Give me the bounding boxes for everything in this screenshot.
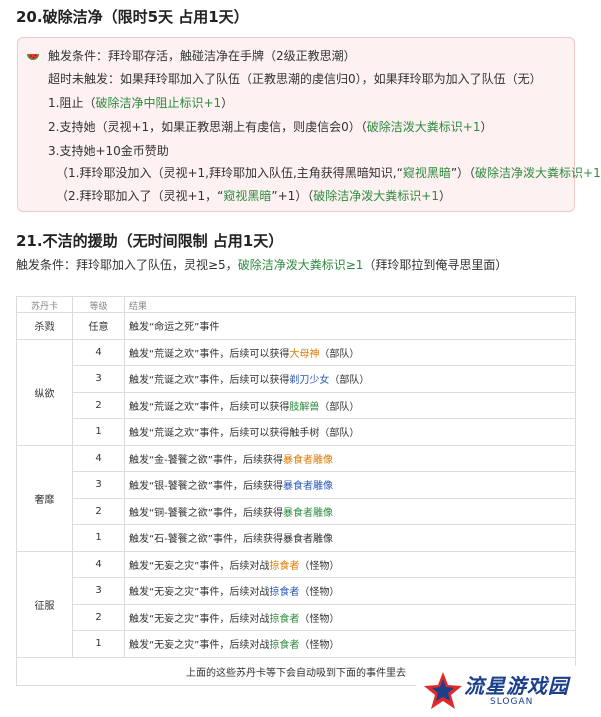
- card-level: 1: [72, 524, 125, 552]
- card-level: 3: [72, 365, 125, 393]
- card-level: 4: [72, 444, 125, 472]
- suboption-1: （1.拜玲耶没加入（灵视+1,拜玲耶加入队伍,主角获得黑暗知识,“窥视黑暗”）（…: [56, 166, 601, 180]
- table-row: 3 触发“银-饕餮之欲”事件，后续获得暴食者雕像: [17, 471, 576, 499]
- table-row: 纵欲 4 触发“荒诞之欢”事件，后续可以获得大母神（部队）: [16, 338, 576, 446]
- card-name: 征服: [16, 550, 73, 658]
- option-3: 3.支持她+10金币赞助: [48, 144, 169, 158]
- card-result: 触发“无妄之灾”事件，后续对战掠食者（怪物）: [124, 550, 576, 578]
- table-row: 奢靡 4 触发“金-饕餮之欲”事件，后续获得暴食者雕像: [16, 444, 576, 552]
- table-row: 2 触发“无妄之灾”事件，后续对战掠食者（怪物）: [17, 603, 576, 631]
- table-row: 3 触发“无妄之灾”事件，后续对战掠食者（怪物）: [17, 577, 576, 605]
- section20-title: 20.破除洁净（限时5天 占用1天）: [16, 8, 249, 26]
- card-name: 奢靡: [16, 444, 73, 552]
- card-result: 触发“无妄之灾”事件，后续对战掠食者（怪物）: [124, 603, 576, 631]
- card-result: 触发“金-饕餮之欲”事件，后续获得暴食者雕像: [124, 444, 576, 472]
- card-level: 4: [72, 550, 125, 578]
- star-icon: [424, 672, 462, 709]
- card-result: 触发“石-饕餮之欲”事件，后续获得暴食者雕像: [124, 524, 576, 552]
- card-level: 4: [72, 338, 125, 366]
- card-level: 3: [72, 471, 125, 499]
- option-2: 2.支持她（灵视+1，如果正教思潮上有虔信，则虔信会0）（破除洁泼大粪标识+1）: [48, 120, 493, 134]
- card-result: 触发“荒诞之欢”事件，后续可以获得触手树（部队）: [124, 418, 576, 446]
- header-level: 等级: [72, 296, 125, 313]
- table-row: 2 触发“荒诞之欢”事件，后续可以获得肢解兽（部队）: [17, 391, 576, 419]
- logo-text: 流星游戏园: [464, 674, 569, 698]
- section21-trigger: 触发条件：拜玲耶加入了队伍，灵视≥5，破除洁净泼大粪标识≥1（拜玲耶拉到俺寻思里…: [16, 258, 508, 272]
- card-result: 触发“荒诞之欢”事件，后续可以获得肢解兽（部队）: [124, 391, 576, 419]
- card-result: 触发“银-饕餮之欲”事件，后续获得暴食者雕像: [124, 471, 576, 499]
- site-logo: 流星游戏园 SLOGAN: [416, 666, 601, 717]
- card-level: 任意: [72, 312, 125, 340]
- card-level: 1: [72, 630, 125, 658]
- header-result: 结果: [124, 296, 576, 313]
- card-result: 触发“无妄之灾”事件，后续对战掠食者（怪物）: [124, 577, 576, 605]
- card-result: 触发“铜-饕餮之欲”事件，后续获得暴食者雕像: [124, 497, 576, 525]
- table-row: 征服 4 触发“无妄之灾”事件，后续对战掠食者（怪物）: [16, 550, 576, 658]
- trigger-condition: 触发条件：拜玲耶存活，触碰洁净在手牌（2级正教思潮）: [48, 49, 356, 63]
- card-level: 3: [72, 577, 125, 605]
- table-row: 1 触发“荒诞之欢”事件，后续可以获得触手树（部队）: [17, 418, 576, 446]
- suboption-2: （2.拜玲耶加入了（灵视+1，“窥视黑暗”+1）（破除洁净泼大粪标识+1）: [56, 189, 452, 203]
- card-result: 触发“荒诞之欢”事件，后续可以获得剃刀少女（部队）: [124, 365, 576, 393]
- table-row: 2 触发“铜-饕餮之欲”事件，后续获得暴食者雕像: [17, 497, 576, 525]
- card-name: 纵欲: [16, 338, 73, 446]
- header-card: 苏丹卡: [16, 296, 73, 313]
- card-level: 2: [72, 497, 125, 525]
- table-row: 3 触发“荒诞之欢”事件，后续可以获得剃刀少女（部队）: [17, 365, 576, 393]
- section21-title: 21.不洁的援助（无时间限制 占用1天）: [16, 232, 284, 250]
- table-row: 1 触发“无妄之灾”事件，后续对战掠食者（怪物）: [17, 630, 576, 658]
- card-level: 1: [72, 418, 125, 446]
- card-level: 2: [72, 603, 125, 631]
- card-name: 杀戮: [16, 312, 73, 340]
- table-row: 1 触发“石-饕餮之欲”事件，后续获得暴食者雕像: [17, 524, 576, 552]
- table-header-row: 苏丹卡 等级 结果: [16, 296, 576, 313]
- sultan-card-table: 苏丹卡 等级 结果 杀戮 任意 触发“命运之死”事件 纵欲 4 触发“荒诞之欢”…: [16, 296, 576, 686]
- card-result: 触发“无妄之灾”事件，后续对战掠食者（怪物）: [124, 630, 576, 658]
- card-result: 触发“命运之死”事件: [124, 312, 576, 340]
- section20-callout: 触发条件：拜玲耶存活，触碰洁净在手牌（2级正教思潮） 超时未触发：如果拜玲耶加入…: [17, 37, 601, 212]
- timeout-condition: 超时未触发：如果拜玲耶加入了队伍（正教思潮的虔信归0），如果拜玲耶为加入了队伍（…: [48, 72, 542, 86]
- card-level: 2: [72, 391, 125, 419]
- watermelon-icon: [27, 54, 39, 60]
- option-1: 1.阻止（破除洁净中阻止标识+1）: [48, 96, 234, 110]
- card-result: 触发“荒诞之欢”事件，后续可以获得大母神（部队）: [124, 338, 576, 366]
- logo-slogan: SLOGAN: [490, 697, 534, 707]
- table-row: 杀戮 任意 触发“命运之死”事件: [16, 312, 576, 340]
